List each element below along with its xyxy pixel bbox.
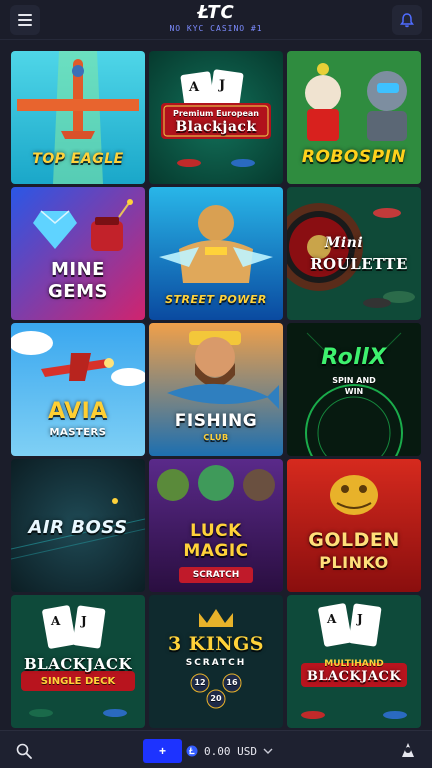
- game-title: MINE: [51, 259, 105, 280]
- game-tile-3-kings-scratch[interactable]: 3 KINGS SCRATCH 12 16 20: [149, 595, 283, 728]
- svg-text:J: J: [218, 78, 225, 93]
- top-header: ŁTC NO KYC CASINO #1: [0, 0, 432, 40]
- game-tile-avia-masters[interactable]: AVIA MASTERS: [11, 323, 145, 456]
- game-title-line2: GEMS: [48, 281, 108, 302]
- game-title: BLACKJACK: [23, 655, 133, 673]
- game-tile-rollx[interactable]: RollX SPIN AND WIN: [287, 323, 421, 456]
- game-tile-multihand-blackjack[interactable]: A J MULTIHAND BLACKJACK: [287, 595, 421, 728]
- game-title-line2: PLINKO: [319, 553, 389, 572]
- search-button[interactable]: [12, 739, 36, 763]
- game-tile-golden-plinko[interactable]: GOLDEN PLINKO: [287, 459, 421, 592]
- game-tile-fishing-club[interactable]: FISHING CLUB: [149, 323, 283, 456]
- game-tile-top-eagle[interactable]: TOP EAGLE: [11, 51, 145, 184]
- bell-icon: [400, 12, 414, 27]
- svg-text:A: A: [326, 612, 337, 626]
- game-title: GOLDEN: [308, 529, 400, 551]
- game-tile-street-power[interactable]: STREET POWER: [149, 187, 283, 320]
- game-tile-premium-european-blackjack[interactable]: A J Premium European Blackjack: [149, 51, 283, 184]
- game-subtitle: SCRATCH: [185, 658, 247, 668]
- deposit-button[interactable]: +: [143, 739, 182, 763]
- game-title: ROBOSPIN: [301, 147, 407, 167]
- game-title: FISHING: [174, 411, 258, 431]
- game-tile-robospin[interactable]: ROBOSPIN: [287, 51, 421, 184]
- game-subtitle: SCRATCH: [192, 570, 240, 580]
- balance-amount: 0.00 USD: [204, 744, 257, 758]
- user-icon: [402, 743, 414, 757]
- svg-text:J: J: [80, 614, 87, 628]
- game-tile-mini-roulette[interactable]: Mini ROULETTE: [287, 187, 421, 320]
- game-tile-air-boss[interactable]: AIR BOSS: [11, 459, 145, 592]
- ltc-coin-icon: [186, 745, 198, 757]
- game-subtitle: SPIN AND WIN: [332, 376, 376, 396]
- brand-logo[interactable]: ŁTC NO KYC CASINO #1: [0, 2, 432, 34]
- game-title-line2: MAGIC: [183, 541, 249, 561]
- brand-name: ŁTC: [197, 2, 235, 23]
- game-title: TOP EAGLE: [32, 151, 124, 167]
- game-subtitle: Premium European: [173, 109, 259, 118]
- game-subtitle: MULTIHAND: [324, 659, 384, 669]
- game-tile-mine-gems[interactable]: MINE GEMS: [11, 187, 145, 320]
- svg-text:A: A: [50, 614, 61, 628]
- bottom-bar: + 0.00 USD: [0, 730, 432, 768]
- game-title: AVIA: [48, 399, 108, 424]
- brand-tagline: NO KYC CASINO #1: [169, 24, 263, 33]
- game-tile-luck-magic-scratch[interactable]: LUCK MAGIC SCRATCH: [149, 459, 283, 592]
- games-grid: TOP EAGLE A J Premium European Blackjack: [11, 51, 421, 728]
- game-title: Mini: [324, 235, 364, 251]
- game-title-line2: CLUB: [203, 433, 229, 442]
- game-title: LUCK: [190, 521, 242, 541]
- game-title: AIR BOSS: [28, 517, 128, 538]
- scratch-number-1: 12: [194, 678, 206, 687]
- game-subtitle: SINGLE DECK: [40, 676, 116, 687]
- game-title-line2: MASTERS: [49, 427, 107, 438]
- svg-text:A: A: [188, 80, 200, 95]
- game-tile-blackjack-single-deck[interactable]: A J BLACKJACK SINGLE DECK: [11, 595, 145, 728]
- scratch-number-2: 16: [226, 678, 238, 687]
- game-title: RollX: [321, 345, 387, 370]
- account-button[interactable]: [396, 738, 420, 762]
- search-icon: [16, 743, 32, 759]
- game-title: 3 KINGS: [167, 633, 265, 655]
- chevron-down-icon: [263, 748, 273, 754]
- mini-roulette-artwork: [287, 187, 421, 320]
- game-title: Blackjack: [175, 119, 257, 135]
- golden-plinko-artwork: [287, 459, 421, 592]
- svg-text:J: J: [356, 612, 363, 626]
- notifications-button[interactable]: [392, 5, 422, 35]
- game-title: STREET POWER: [165, 293, 267, 306]
- balance-selector[interactable]: 0.00 USD: [186, 739, 290, 763]
- scratch-number-3: 20: [210, 694, 222, 703]
- game-title: BLACKJACK: [306, 669, 402, 684]
- game-title-line2: ROULETTE: [310, 255, 408, 273]
